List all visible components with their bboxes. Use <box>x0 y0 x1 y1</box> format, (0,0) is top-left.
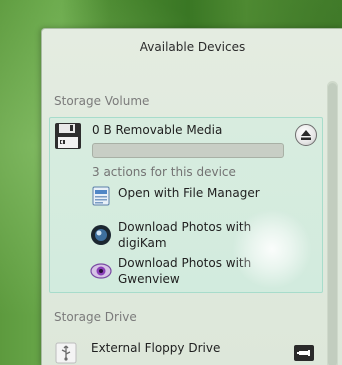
section-header-storage-volume: Storage Volume <box>54 94 150 108</box>
action-label: Download Photos with digiKam <box>118 220 252 250</box>
unmount-button[interactable] <box>294 345 314 361</box>
panel-title: Available Devices <box>139 40 246 54</box>
eject-icon <box>301 130 311 140</box>
floppy-disk-icon <box>55 123 81 149</box>
device-card-removable-media[interactable]: 0 B Removable Media 3 actions for this d… <box>49 117 323 293</box>
digikam-icon <box>91 225 111 245</box>
scrollbar-thumb[interactable] <box>328 83 337 365</box>
action-download-gwenview[interactable]: Download Photos with Gwenview <box>90 255 290 289</box>
action-label: Download Photos with Gwenview <box>118 256 252 286</box>
file-manager-icon <box>92 186 110 206</box>
scrollbar[interactable] <box>327 81 338 365</box>
device-row-floppy-drive[interactable]: External Floppy Drive <box>49 332 321 365</box>
eject-button[interactable] <box>295 124 317 146</box>
unmount-icon <box>297 350 310 356</box>
usage-progress-bar <box>92 143 284 158</box>
section-header-storage-drive: Storage Drive <box>54 310 137 324</box>
actions-count: 3 actions for this device <box>92 165 236 179</box>
action-open-file-manager[interactable]: Open with File Manager <box>90 185 290 209</box>
device-notifier-panel: Available Devices Storage Volume 0 B Rem… <box>41 28 342 365</box>
gwenview-icon <box>90 263 112 279</box>
usb-icon <box>55 342 77 364</box>
drive-name: External Floppy Drive <box>91 341 221 355</box>
action-label: Open with File Manager <box>118 186 260 200</box>
action-download-digikam[interactable]: Download Photos with digiKam <box>90 219 290 253</box>
device-name: 0 B Removable Media <box>92 123 223 137</box>
